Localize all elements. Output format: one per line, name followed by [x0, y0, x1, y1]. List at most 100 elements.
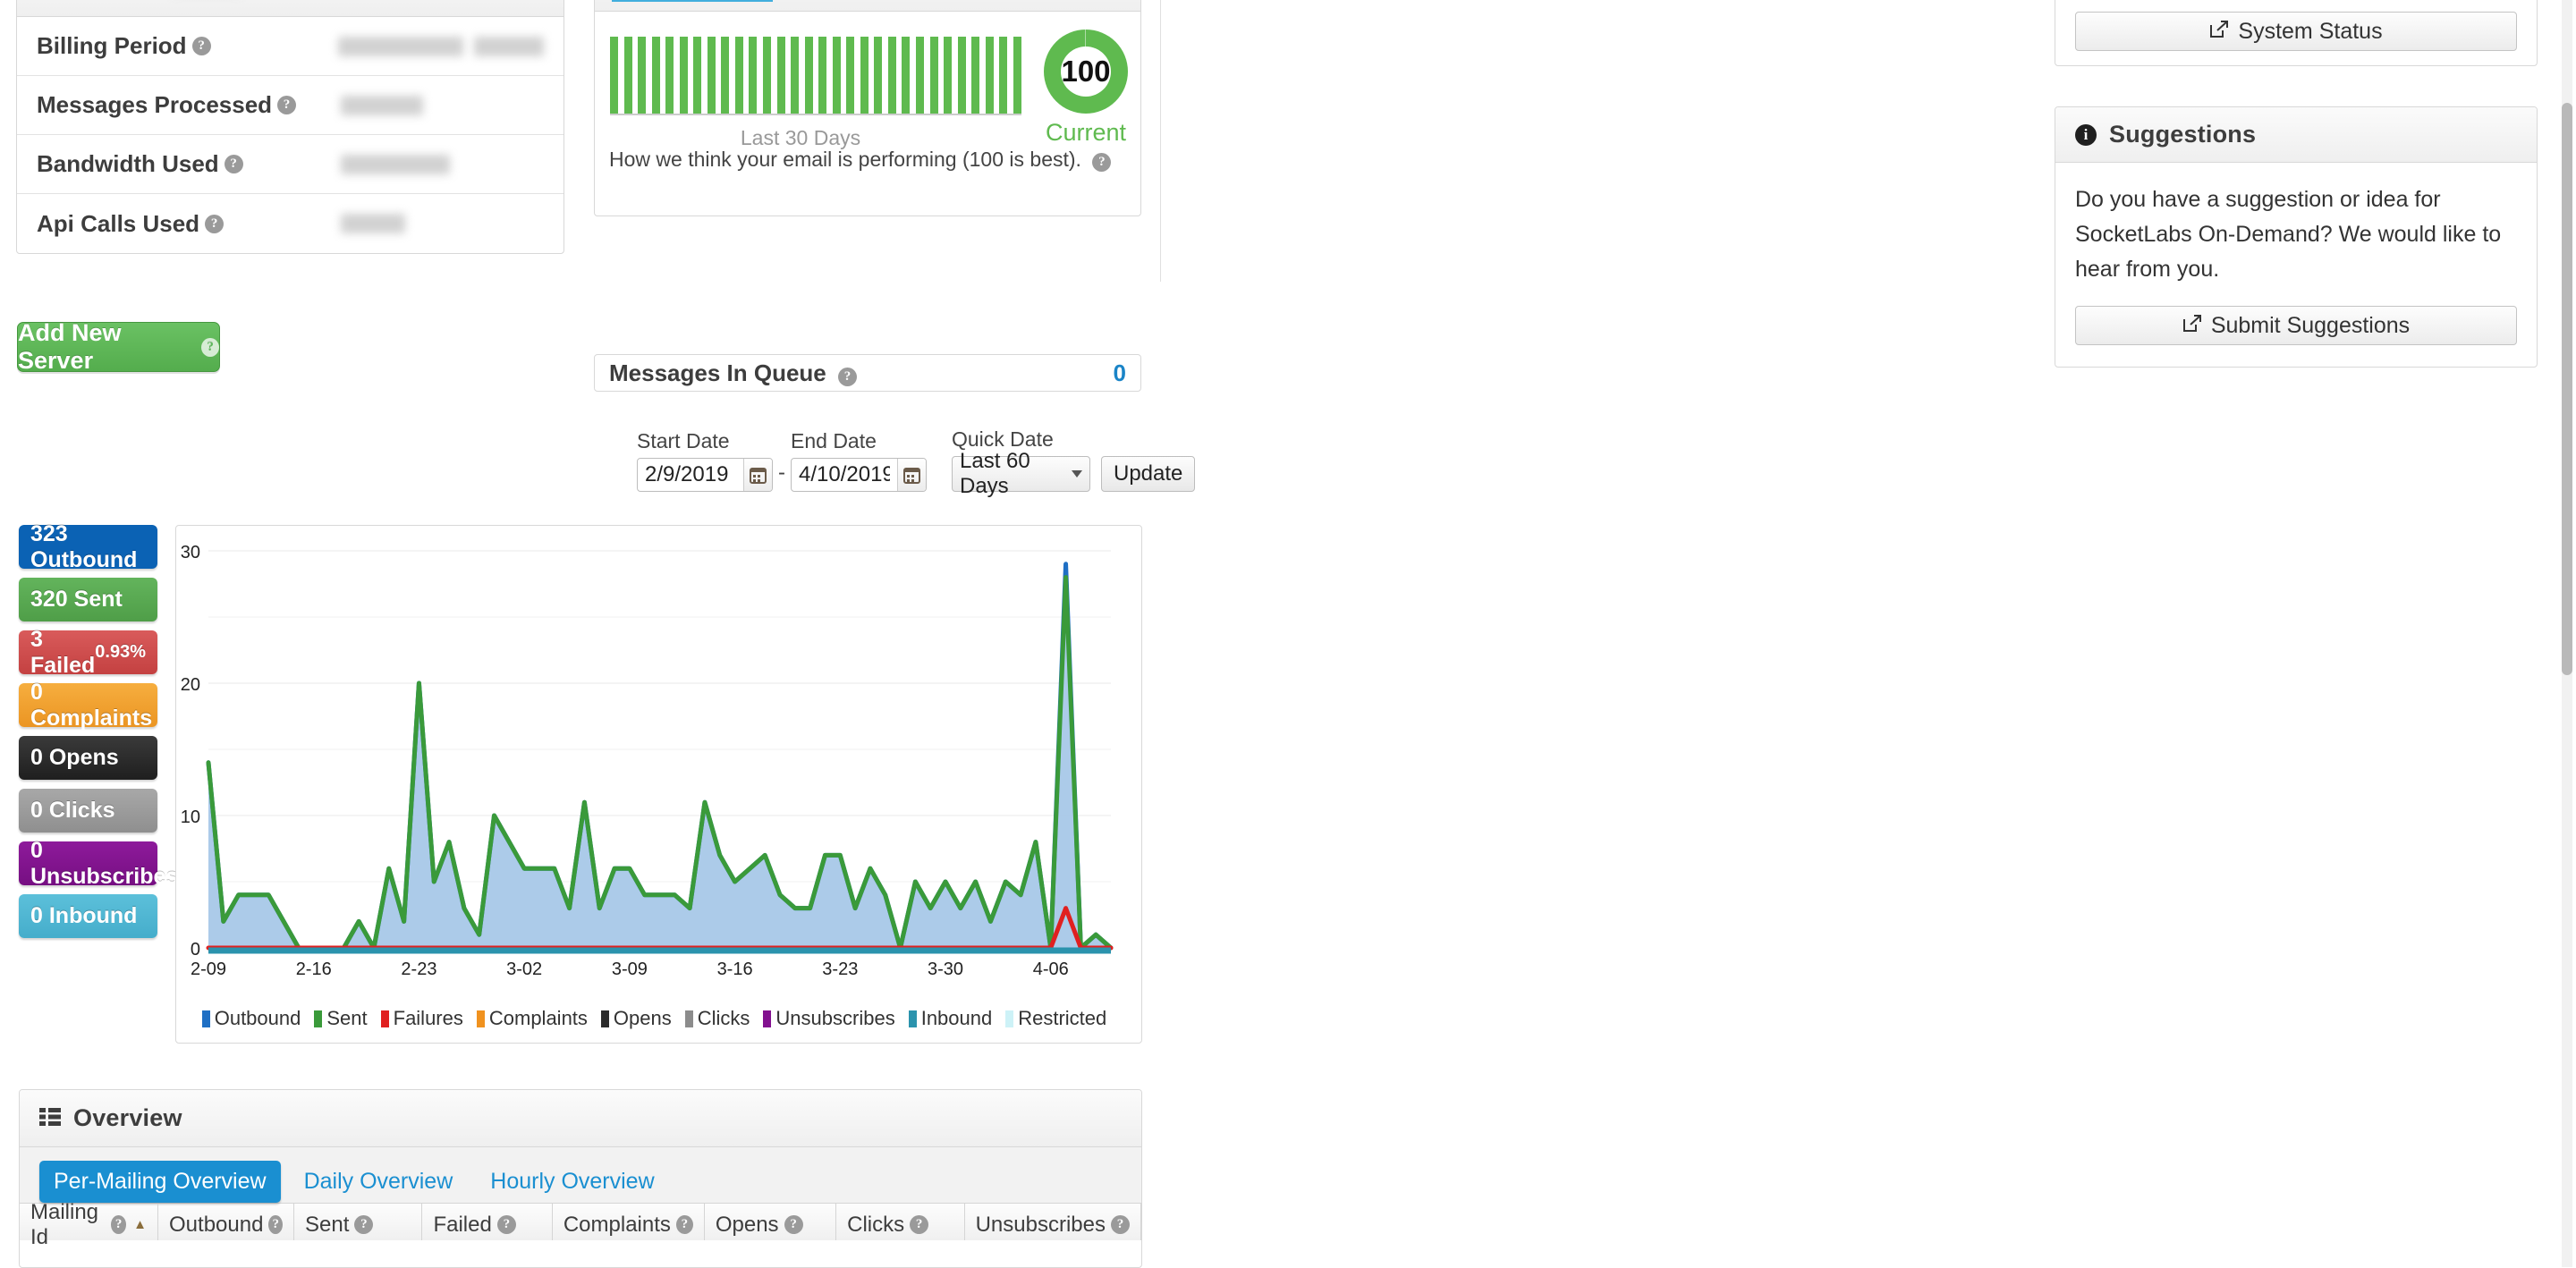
help-icon[interactable]: ? — [354, 1215, 374, 1234]
legend-item[interactable]: Complaints — [476, 1007, 588, 1030]
column-header[interactable]: Clicks? — [836, 1204, 965, 1240]
system-status-button[interactable]: System Status — [2075, 12, 2517, 51]
outbound-area-fill — [208, 563, 1111, 948]
legend-item[interactable]: Unsubscribes — [763, 1007, 895, 1030]
legend-label: Inbound — [920, 1007, 993, 1029]
tab-hourly-overview[interactable]: Hourly Overview — [476, 1161, 668, 1203]
column-header-label: Complaints — [563, 1212, 671, 1237]
legend-item[interactable]: Failures — [380, 1007, 463, 1030]
help-icon[interactable]: ? — [910, 1215, 929, 1234]
stat-opens[interactable]: 0 Opens — [19, 736, 157, 780]
tab-per-mailing-overview[interactable]: Per-Mailing Overview — [39, 1160, 281, 1203]
help-icon[interactable]: ? — [784, 1215, 803, 1234]
help-icon[interactable]: ? — [224, 155, 243, 173]
quick-date-select[interactable]: Last 60 Days — [952, 449, 1090, 498]
help-icon[interactable]: ? — [1092, 153, 1112, 172]
server-summary-panel: Server Billing Period ? Messages Process… — [16, 0, 564, 254]
help-icon[interactable]: ? — [277, 96, 297, 114]
system-status-label: System Status — [2238, 18, 2383, 44]
chart-plot-area: 0 10 20 30 2-09 2-16 2-23 3-02 3-09 3-16 3-23 3-30 4… — [176, 526, 1143, 1009]
column-header-label: Opens — [715, 1212, 779, 1237]
x-axis-tick-label: 2-23 — [401, 959, 436, 979]
list-icon — [39, 1104, 61, 1132]
end-date-input[interactable] — [792, 462, 897, 487]
legend-item[interactable]: Outbound — [201, 1007, 301, 1030]
help-icon[interactable]: ? — [268, 1215, 284, 1234]
overview-title: Overview — [73, 1104, 182, 1131]
score-donut: 100 — [1044, 30, 1128, 114]
legend-item[interactable]: Inbound — [908, 1007, 993, 1030]
column-header[interactable]: Opens? — [705, 1204, 837, 1240]
scrollbar-thumb[interactable] — [2562, 103, 2572, 675]
help-icon[interactable]: ? — [191, 37, 211, 55]
x-axis-tick-label: 3-09 — [612, 959, 648, 979]
legend-swatch — [600, 1010, 609, 1027]
legend-label: Clicks — [697, 1007, 750, 1029]
column-header[interactable]: Sent? — [294, 1204, 423, 1240]
stat-sent[interactable]: 320 Sent — [19, 578, 157, 621]
quality-bar — [707, 37, 716, 114]
legend-label: Opens — [613, 1007, 672, 1029]
tab-daily-overview[interactable]: Daily Overview — [290, 1161, 468, 1203]
help-icon[interactable]: ? — [201, 337, 219, 357]
help-icon[interactable]: ? — [838, 367, 857, 386]
outbound-quality-score-panel: Outbound Quality Score Last 30 Days How … — [594, 0, 1141, 216]
dashboard-page: Server Billing Period ? Messages Process… — [0, 0, 2576, 1268]
quality-bar — [721, 37, 730, 114]
help-icon[interactable]: ? — [675, 1215, 693, 1234]
column-header[interactable]: Failed? — [422, 1204, 553, 1240]
stat-failed[interactable]: 3 Failed 0.93% — [19, 627, 157, 678]
stat-inbound[interactable]: 0 Inbound — [19, 894, 157, 938]
help-icon[interactable]: ? — [205, 214, 225, 233]
column-header[interactable]: Unsubscribes? — [965, 1204, 1141, 1240]
column-header-label: Sent — [305, 1212, 350, 1237]
help-icon[interactable]: ? — [496, 1215, 516, 1234]
quality-bar — [916, 37, 925, 114]
quality-bar — [860, 37, 869, 114]
legend-swatch — [908, 1010, 917, 1027]
legend-item[interactable]: Opens — [600, 1007, 672, 1030]
quick-date-field: Quick Date Last 60 Days — [952, 427, 1090, 498]
stat-outbound[interactable]: 323 Outbound — [19, 521, 157, 572]
legend-label: Outbound — [214, 1007, 301, 1029]
suggestions-title: Suggestions — [2109, 121, 2257, 148]
calendar-icon[interactable] — [897, 459, 926, 491]
quick-date-value: Last 60 Days — [960, 449, 1030, 498]
add-new-server-button[interactable]: Add New Server ? — [17, 319, 220, 374]
column-header[interactable]: Complaints? — [553, 1204, 705, 1240]
calendar-icon[interactable] — [743, 459, 772, 491]
bandwidth-used-label: Bandwidth Used ? — [37, 150, 341, 178]
help-icon[interactable]: ? — [1111, 1215, 1130, 1234]
x-axis-tick-label: 4-06 — [1033, 959, 1069, 979]
external-link-icon — [2209, 19, 2229, 45]
submit-suggestions-label: Submit Suggestions — [2210, 312, 2411, 338]
column-header[interactable]: Mailing Id? ▲ — [20, 1200, 159, 1249]
help-icon[interactable]: ? — [110, 1215, 127, 1234]
legend-label: Failures — [393, 1007, 463, 1029]
legend-item[interactable]: Restricted — [1005, 1007, 1106, 1030]
update-button[interactable]: Update — [1101, 456, 1196, 492]
stat-unsubscribes[interactable]: 0 Unsubscribes — [19, 838, 178, 889]
stat-complaints[interactable]: 0 Complaints — [19, 680, 157, 731]
column-header[interactable]: Outbound? — [158, 1204, 295, 1240]
quality-bar — [929, 37, 938, 114]
billing-period-label: Billing Period ? — [37, 32, 338, 60]
submit-suggestions-button[interactable]: Submit Suggestions — [2075, 306, 2517, 346]
column-header-label: Mailing Id — [30, 1199, 99, 1249]
x-axis-tick-label: 3-02 — [506, 959, 542, 979]
quality-score-body: Last 30 Days How we think your email is … — [595, 12, 1140, 216]
date-range-separator: - — [778, 461, 785, 485]
chat-with-us-button[interactable]: Chat With Us — [612, 0, 773, 2]
messages-processed-label: Messages Processed ? — [37, 91, 341, 119]
messages-processed-value — [341, 95, 544, 115]
start-date-input[interactable] — [638, 462, 743, 487]
legend-label: Restricted — [1018, 1007, 1107, 1029]
legend-item[interactable]: Sent — [314, 1007, 368, 1030]
suggestions-body: Do you have a suggestion or idea for Soc… — [2075, 187, 2502, 282]
sort-ascending-icon: ▲ — [133, 1217, 148, 1232]
legend-swatch — [380, 1010, 389, 1027]
stat-clicks[interactable]: 0 Clicks — [19, 789, 157, 833]
quality-bar — [763, 37, 772, 114]
quality-bar — [693, 37, 702, 114]
legend-item[interactable]: Clicks — [684, 1007, 750, 1030]
